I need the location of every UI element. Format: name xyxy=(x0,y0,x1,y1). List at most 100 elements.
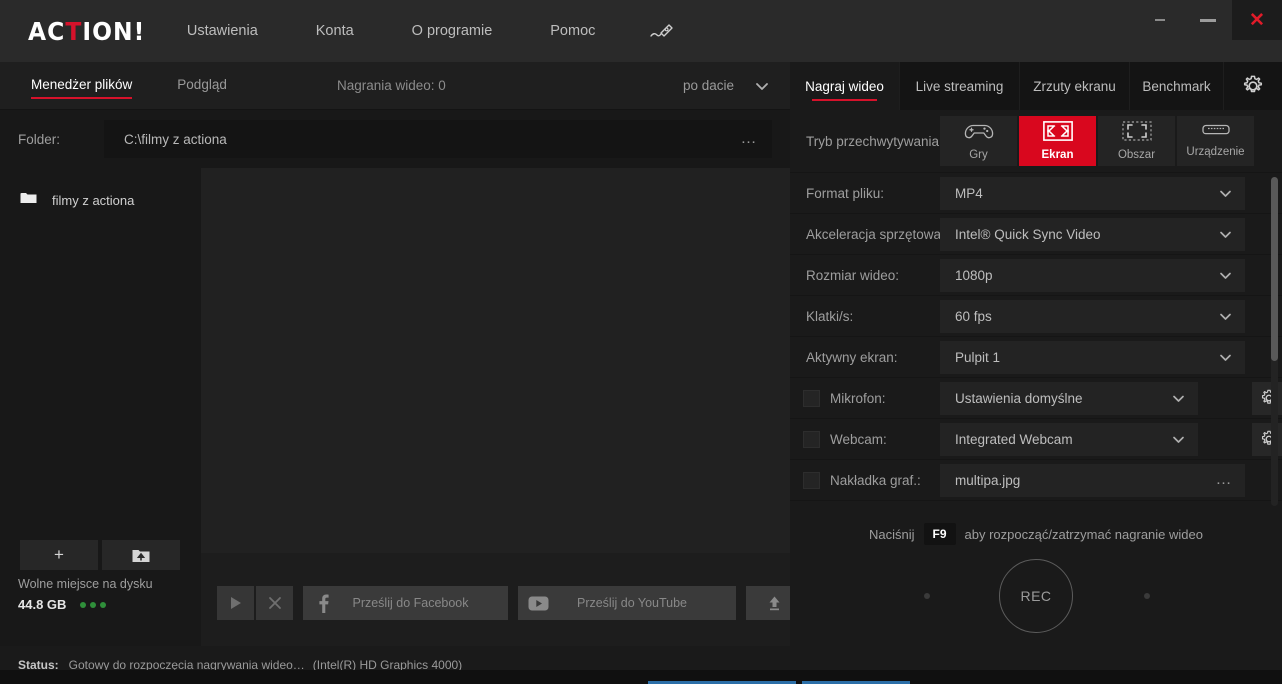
settings-scrollbar-thumb[interactable] xyxy=(1271,177,1278,362)
menu-item-help[interactable]: Pomoc xyxy=(546,17,599,45)
select-active-screen[interactable]: Pulpit 1 xyxy=(940,340,1245,374)
disk-space-title: Wolne miejsce na dysku xyxy=(18,577,153,591)
chevron-down-icon[interactable] xyxy=(754,78,770,99)
checkbox-microphone[interactable] xyxy=(803,389,820,407)
setting-row-hardware-acceleration: Akceleracja sprzętowa: Intel® Quick Sync… xyxy=(790,214,1282,255)
settings-scrollbar[interactable] xyxy=(1271,177,1278,506)
capture-mode-region-label: Obszar xyxy=(1117,149,1156,161)
capture-mode-device[interactable]: Urządzenie xyxy=(1177,116,1254,166)
setting-label-microphone: Mikrofon: xyxy=(830,390,886,406)
disk-space-indicator: Wolne miejsce na dysku 44.8 GB xyxy=(18,577,153,612)
graphic-overlay-browse-button[interactable]: … xyxy=(1216,472,1234,488)
sort-dropdown-label[interactable]: po dacie xyxy=(683,78,734,93)
gamepad-icon xyxy=(964,122,994,146)
upload-youtube-button[interactable]: Prześlij do YouTube xyxy=(518,586,736,620)
desktop-taskbar-strip xyxy=(0,670,1282,684)
select-video-size-value: 1080p xyxy=(955,267,993,283)
capture-mode-screen-label: Ekran xyxy=(1041,149,1074,161)
folder-icon xyxy=(20,191,37,209)
tab-screenshots[interactable]: Zrzuty ekranu xyxy=(1020,62,1130,110)
delete-button[interactable] xyxy=(256,586,293,620)
hotkey-hint: Naciśnij F9 aby rozpocząć/zatrzymać nagr… xyxy=(790,510,1282,545)
chevron-down-icon xyxy=(1171,391,1186,406)
select-microphone-value: Ustawienia domyślne xyxy=(955,390,1083,406)
select-file-format-value: MP4 xyxy=(955,185,983,201)
gear-icon[interactable] xyxy=(1224,62,1282,110)
minimize-to-tray-button[interactable] xyxy=(1136,0,1184,40)
tab-benchmark[interactable]: Benchmark xyxy=(1130,62,1224,110)
record-button[interactable]: REC xyxy=(999,559,1073,633)
capture-mode-options: Gry Ekran Obszar Urządzenie xyxy=(940,116,1254,166)
folder-path-value: C:\filmy z actiona xyxy=(124,131,227,147)
logo-text-after: ION! xyxy=(82,16,146,46)
setting-row-active-screen: Aktywny ekran: Pulpit 1 xyxy=(790,337,1282,378)
add-folder-button[interactable]: + xyxy=(20,540,98,570)
tab-record-video[interactable]: Nagraj wideo xyxy=(790,62,900,110)
capture-mode-screen[interactable]: Ekran xyxy=(1019,116,1096,166)
file-actions-toolbar: Prześlij do Facebook Prześlij do YouTube xyxy=(201,553,802,646)
folder-tree-item[interactable]: filmy z actiona xyxy=(0,187,201,213)
menu-item-accounts[interactable]: Konta xyxy=(312,17,358,45)
select-file-format[interactable]: MP4 xyxy=(940,176,1245,210)
folder-tree-item-label: filmy z actiona xyxy=(52,192,135,208)
folder-browse-button[interactable]: … xyxy=(741,131,759,147)
field-graphic-overlay-value: multipa.jpg xyxy=(955,472,1021,488)
hotkey-suffix: aby rozpocząć/zatrzymać nagranie wideo xyxy=(964,526,1203,542)
setting-label-webcam: Webcam: xyxy=(830,431,887,447)
field-graphic-overlay[interactable]: multipa.jpg … xyxy=(940,463,1245,497)
capture-mode-games[interactable]: Gry xyxy=(940,116,1017,166)
checkbox-graphic-overlay[interactable] xyxy=(803,471,820,489)
chevron-down-icon xyxy=(1218,227,1233,242)
record-right-dot xyxy=(1144,593,1150,599)
select-video-size[interactable]: 1080p xyxy=(940,258,1245,292)
preview-area xyxy=(201,168,790,553)
select-microphone[interactable]: Ustawienia domyślne xyxy=(940,381,1198,415)
tab-preview[interactable]: Podgląd xyxy=(177,77,227,95)
play-button[interactable] xyxy=(217,586,254,620)
disk-space-dots xyxy=(80,601,107,608)
hotkey-prefix: Naciśnij xyxy=(869,526,915,542)
file-manager-panel: Menedżer plików Podgląd Nagrania wideo: … xyxy=(0,62,802,646)
file-manager-body: filmy z actiona + Wolne miejsce na dysku… xyxy=(0,168,802,646)
setting-row-file-format: Format pliku: MP4 xyxy=(790,173,1282,214)
facebook-icon xyxy=(303,594,343,613)
menu-item-about[interactable]: O programie xyxy=(408,17,497,45)
setting-row-webcam: Webcam: Integrated Webcam xyxy=(790,419,1282,460)
app-logo: ACTION! xyxy=(28,17,145,46)
upload-facebook-button[interactable]: Prześlij do Facebook xyxy=(303,586,508,620)
select-hardware-acceleration-value: Intel® Quick Sync Video xyxy=(955,226,1101,242)
chevron-down-icon xyxy=(1218,350,1233,365)
record-area: Naciśnij F9 aby rozpocząć/zatrzymać nagr… xyxy=(790,510,1282,646)
region-select-icon xyxy=(1121,121,1152,146)
checkbox-webcam[interactable] xyxy=(803,430,820,448)
folder-tree: filmy z actiona xyxy=(0,168,201,568)
capture-mode-games-label: Gry xyxy=(969,148,988,161)
folder-path-field[interactable]: C:\filmy z actiona … xyxy=(104,120,772,158)
fullscreen-icon xyxy=(1042,121,1073,146)
setting-row-microphone: Mikrofon: Ustawienia domyślne xyxy=(790,378,1282,419)
tab-live-streaming[interactable]: Live streaming xyxy=(900,62,1020,110)
pen-icon[interactable] xyxy=(649,22,675,40)
recording-settings-list: Format pliku: MP4 Akceleracja sprzętowa:… xyxy=(790,173,1282,510)
minimize-button[interactable] xyxy=(1184,0,1232,40)
select-framerate[interactable]: 60 fps xyxy=(940,299,1245,333)
upload-facebook-label: Prześlij do Facebook xyxy=(352,596,469,610)
upload-youtube-label: Prześlij do YouTube xyxy=(576,596,688,610)
folder-row: Folder: C:\filmy z actiona … xyxy=(0,110,790,168)
logo-text-before: AC xyxy=(28,16,66,46)
capture-mode-region[interactable]: Obszar xyxy=(1098,116,1175,166)
tab-file-manager[interactable]: Menedżer plików xyxy=(31,77,133,99)
menu-item-settings[interactable]: Ustawienia xyxy=(183,17,262,45)
setting-label-active-screen: Aktywny ekran: xyxy=(806,349,898,365)
select-webcam[interactable]: Integrated Webcam xyxy=(940,422,1198,456)
select-framerate-value: 60 fps xyxy=(955,308,992,324)
open-folder-button[interactable] xyxy=(102,540,180,570)
setting-row-framerate: Klatki/s: 60 fps xyxy=(790,296,1282,337)
close-button[interactable]: ✕ xyxy=(1232,0,1282,40)
record-left-dot xyxy=(924,593,930,599)
record-button-wrap: REC xyxy=(790,559,1282,633)
disk-space-value: 44.8 GB xyxy=(18,597,67,612)
setting-label-file-format: Format pliku: xyxy=(806,185,885,201)
action-recorder-window: ACTION! Ustawienia Konta O programie Pom… xyxy=(0,0,1282,684)
select-hardware-acceleration[interactable]: Intel® Quick Sync Video xyxy=(940,217,1245,251)
